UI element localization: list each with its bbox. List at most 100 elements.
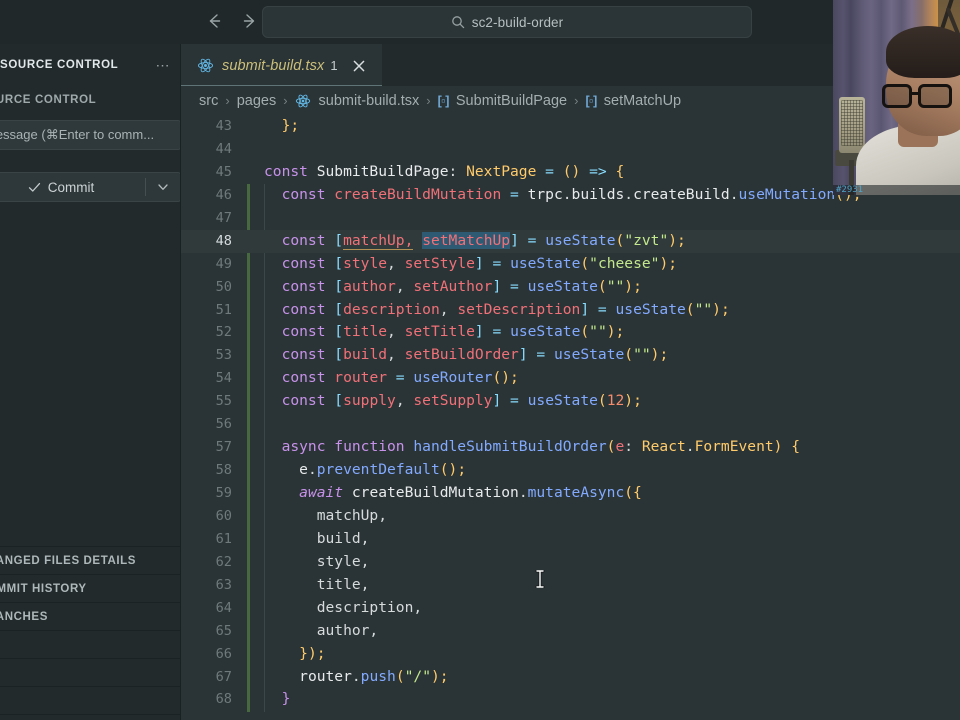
code-line[interactable]: 56 <box>181 413 960 436</box>
chat-overlay-text: #2931 <box>836 185 864 195</box>
code-line[interactable]: 54 const router = useRouter(); <box>181 367 960 390</box>
sidebar-section-row[interactable] <box>0 630 180 658</box>
code-line[interactable]: 65 author, <box>181 620 960 643</box>
code-token: "zvt" <box>624 231 669 249</box>
code-token: 12 <box>606 392 625 410</box>
code-token: e <box>615 438 625 456</box>
sidebar-section-row[interactable] <box>0 714 180 720</box>
person-glasses <box>882 84 954 108</box>
symbol-variable-icon: [▫] <box>437 93 450 108</box>
code-token: useState <box>510 254 581 272</box>
breadcrumb-item[interactable]: submit-build.tsx <box>319 93 420 109</box>
chevron-down-icon[interactable] <box>146 173 180 201</box>
code-token: = <box>483 323 511 341</box>
line-number: 59 <box>215 485 232 501</box>
line-number: 67 <box>215 668 232 685</box>
code-line-text: matchUp, <box>246 505 960 528</box>
code-token: . <box>685 438 695 456</box>
code-line[interactable]: 58 e.preventDefault(); <box>181 459 960 482</box>
code-token: [ <box>334 346 344 364</box>
tab-filename: submit-build.tsx <box>222 57 325 74</box>
code-token: (); <box>439 461 467 479</box>
code-line[interactable]: 67 router.push("/"); <box>181 666 960 689</box>
code-token: supply <box>343 392 396 410</box>
command-search-bar[interactable]: sc2-build-order <box>262 6 752 38</box>
code-token: = <box>536 162 563 180</box>
navigation-arrows <box>203 10 261 32</box>
line-number: 48 <box>215 232 232 249</box>
sidebar-section-label: CHANGED FILES DETAILS <box>0 554 137 567</box>
code-line[interactable]: 66 }); <box>181 643 960 666</box>
commit-button[interactable]: Commit <box>0 173 145 201</box>
commit-message-input[interactable]: Message (⌘Enter to comm... <box>0 120 180 150</box>
code-line[interactable]: 61 build, <box>181 528 960 551</box>
sidebar-section-row[interactable] <box>0 658 180 686</box>
tab-submit-build-tsx[interactable]: submit-build.tsx 1 <box>181 44 382 86</box>
code-token: build, <box>316 529 370 547</box>
arrow-left-icon[interactable] <box>203 10 225 32</box>
code-token: ( <box>597 277 607 295</box>
code-token: ); <box>668 231 686 249</box>
code-line[interactable]: 48 const [matchUp, setMatchUp] = useStat… <box>181 229 960 253</box>
code-token: ( <box>624 346 634 364</box>
code-token: SubmitBuildPage <box>316 162 449 180</box>
code-token: [ <box>334 231 344 249</box>
source-control-sidebar: SOURCE CONTROL ⋯ SOURCE CONTROL Message … <box>0 44 181 720</box>
code-token: ( <box>597 392 607 410</box>
sidebar-section-row[interactable]: BRANCHES <box>0 602 180 630</box>
code-line[interactable]: 63 title, <box>181 574 960 597</box>
code-line[interactable]: 62 style, <box>181 551 960 574</box>
code-token: ] <box>492 392 502 410</box>
code-line[interactable]: 53 const [build, setBuildOrder] = useSta… <box>181 344 960 367</box>
sidebar-section-row[interactable] <box>0 686 180 714</box>
sidebar-section-row[interactable]: COMMIT HISTORY <box>0 574 180 602</box>
line-number: 62 <box>215 553 232 570</box>
arrow-right-icon[interactable] <box>239 10 261 32</box>
code-token: handleSubmitBuildOrder <box>413 438 607 456</box>
code-line[interactable]: 49 const [style, setStyle] = useState("c… <box>181 253 960 276</box>
code-token: , <box>387 323 405 341</box>
code-token: ( <box>580 254 590 272</box>
code-line[interactable]: 59 await createBuildMutation.mutateAsync… <box>181 482 960 505</box>
code-token: , <box>387 346 405 364</box>
code-token: builds <box>571 185 625 203</box>
breadcrumb-item[interactable]: setMatchUp <box>604 93 681 109</box>
close-icon[interactable] <box>350 57 368 75</box>
code-token: ] <box>474 323 484 341</box>
code-line[interactable]: 60 matchUp, <box>181 505 960 528</box>
code-token: style, <box>316 552 370 570</box>
code-token: const <box>281 369 335 387</box>
code-token: . <box>307 461 317 479</box>
code-token: mutateAsync <box>527 484 625 501</box>
code-content[interactable]: 43 }; 44 45 const SubmitBuildPage: NextPag… <box>181 115 960 720</box>
sidebar-section-row[interactable]: CHANGED FILES DETAILS <box>0 546 180 574</box>
code-line[interactable]: 68 } <box>181 688 960 711</box>
code-line[interactable]: 47 <box>181 207 960 230</box>
code-line[interactable]: 64 description, <box>181 597 960 620</box>
code-token: build <box>343 346 388 364</box>
code-line[interactable]: 52 const [title, setTitle] = useState(""… <box>181 321 960 344</box>
code-line[interactable]: 51 const [description, setDescription] =… <box>181 299 960 322</box>
code-line[interactable]: 57 async function handleSubmitBuildOrder… <box>181 436 960 459</box>
code-line-text: const [build, setBuildOrder] = useState(… <box>246 344 960 367</box>
breadcrumb-item[interactable]: src <box>199 93 218 109</box>
ellipsis-icon[interactable]: ⋯ <box>156 58 172 72</box>
code-token: ); <box>624 392 642 410</box>
code-token: "" <box>589 323 607 341</box>
code-line[interactable]: 50 const [author, setAuthor] = useState(… <box>181 276 960 299</box>
code-token: (); <box>492 369 519 387</box>
code-token: , <box>395 277 414 295</box>
react-icon <box>197 57 214 74</box>
breadcrumb-item[interactable]: SubmitBuildPage <box>456 93 567 109</box>
code-token: "" <box>694 300 713 318</box>
code-token: = <box>501 185 528 203</box>
line-number: 49 <box>215 255 232 272</box>
sidebar-header: SOURCE CONTROL ⋯ <box>0 58 180 72</box>
code-line[interactable]: 55 const [supply, setSupply] = useState(… <box>181 390 960 413</box>
breadcrumb-item[interactable]: pages <box>237 93 277 109</box>
